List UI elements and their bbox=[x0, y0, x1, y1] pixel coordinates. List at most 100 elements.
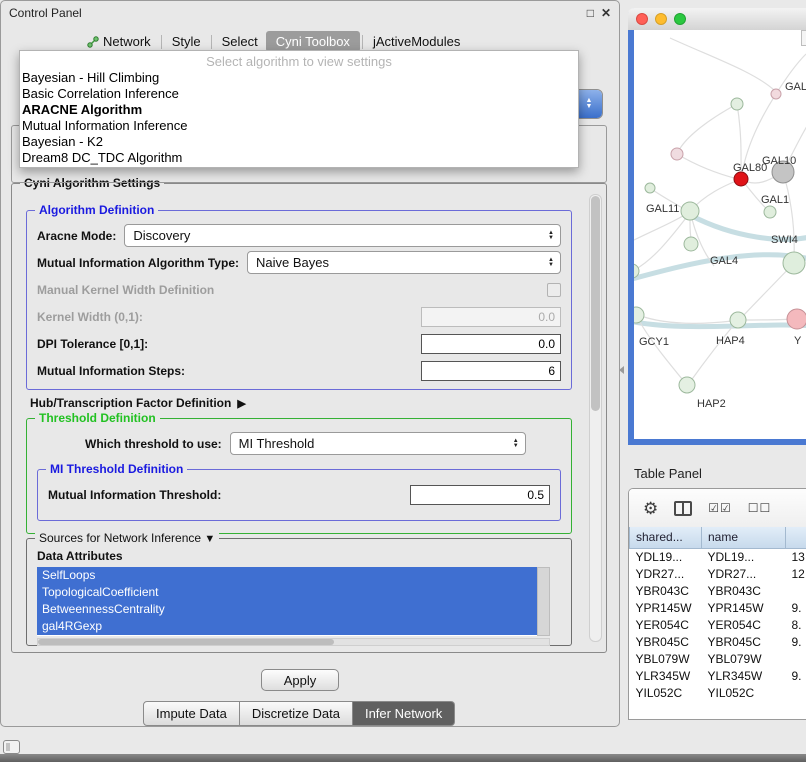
settings-vscrollbar[interactable] bbox=[589, 194, 602, 642]
close-traffic-light-icon[interactable] bbox=[636, 13, 648, 25]
graph-node-selected[interactable] bbox=[734, 172, 748, 186]
bottom-tabs: Impute Data Discretize Data Infer Networ… bbox=[143, 701, 455, 726]
cyni-algorithm-settings-group: Cyni Algorithm Settings Algorithm Defini… bbox=[11, 183, 607, 653]
table-row[interactable]: YBR045CYBR045C9. bbox=[630, 633, 806, 650]
column-header-name[interactable]: name bbox=[702, 527, 786, 548]
combo-value: Discovery bbox=[133, 228, 190, 243]
column-header-shared-name[interactable]: shared... bbox=[630, 527, 702, 548]
hub-tf-definition-label: Hub/Transcription Factor Definition bbox=[30, 396, 231, 410]
sources-group: Sources for Network Inference ▼ Data Att… bbox=[26, 538, 572, 646]
tab-separator bbox=[161, 35, 162, 49]
window-title: Control Panel bbox=[1, 6, 82, 20]
panel-dock-icon[interactable] bbox=[3, 740, 20, 754]
settings-vscrollbar-thumb[interactable] bbox=[591, 196, 600, 411]
attribute-item-selfloops[interactable]: SelfLoops bbox=[37, 567, 537, 584]
attribute-item-betweenness[interactable]: BetweennessCentrality bbox=[37, 601, 537, 618]
graph-node[interactable] bbox=[783, 252, 805, 274]
network-graph[interactable]: GAL GAL80 GAL10 GAL11 GAL1 SWI4 GAL4 GCY… bbox=[634, 30, 806, 434]
highlighted-edges bbox=[634, 215, 806, 327]
graph-node[interactable] bbox=[731, 98, 743, 110]
manual-kernel-label: Manual Kernel Width Definition bbox=[37, 283, 214, 297]
dpi-tolerance-label: DPI Tolerance [0,1]: bbox=[37, 337, 148, 351]
node-label: GAL11 bbox=[646, 203, 679, 215]
dropdown-item-basic-correlation[interactable]: Basic Correlation Inference bbox=[20, 86, 578, 102]
mi-threshold-input[interactable] bbox=[410, 485, 550, 505]
expanded-arrow-icon: ▼ bbox=[204, 533, 215, 545]
tab-impute-data[interactable]: Impute Data bbox=[143, 701, 240, 726]
graph-node[interactable] bbox=[730, 312, 746, 328]
threshold-definition-title: Threshold Definition bbox=[35, 411, 160, 425]
tab-infer-network[interactable]: Infer Network bbox=[353, 701, 455, 726]
mi-type-label: Mutual Information Algorithm Type: bbox=[37, 256, 239, 270]
dropdown-item-aracne[interactable]: ARACNE Algorithm bbox=[20, 102, 578, 118]
which-threshold-combo[interactable]: MI Threshold ▲▼ bbox=[230, 432, 526, 455]
tab-cyni-toolbox[interactable]: Cyni Toolbox bbox=[266, 31, 360, 52]
dropdown-item-bayesian-hill[interactable]: Bayesian - Hill Climbing bbox=[20, 70, 578, 86]
select-all-checkboxes-icon[interactable]: ☑☑ bbox=[708, 502, 732, 514]
tab-select[interactable]: Select bbox=[214, 31, 266, 52]
network-canvas[interactable]: GAL GAL80 GAL10 GAL11 GAL1 SWI4 GAL4 GCY… bbox=[634, 30, 806, 439]
control-panel-window: Control Panel □ ✕ Network Style Select C… bbox=[0, 0, 620, 727]
zoom-traffic-light-icon[interactable] bbox=[674, 13, 686, 25]
kernel-width-input bbox=[421, 307, 561, 327]
mi-threshold-group: MI Threshold Definition Mutual Informati… bbox=[37, 469, 561, 521]
graph-node[interactable] bbox=[787, 309, 806, 329]
attribute-list-hscrollbar[interactable] bbox=[37, 638, 550, 646]
kernel-width-label: Kernel Width (0,1): bbox=[37, 310, 143, 324]
graph-node[interactable] bbox=[645, 183, 655, 193]
hub-tf-definition-toggle[interactable]: Hub/Transcription Factor Definition ▶ bbox=[30, 396, 246, 410]
panel-splitter-handle[interactable] bbox=[619, 366, 624, 374]
tab-network[interactable]: Network bbox=[79, 31, 159, 52]
graph-node[interactable] bbox=[681, 202, 699, 220]
graph-node[interactable] bbox=[634, 307, 644, 323]
close-window-icon[interactable]: ✕ bbox=[601, 6, 611, 20]
graph-node[interactable] bbox=[764, 206, 776, 218]
graph-node[interactable] bbox=[671, 148, 683, 160]
mi-type-combo[interactable]: Naive Bayes ▲▼ bbox=[247, 251, 561, 274]
dropdown-item-dream8[interactable]: Dream8 DC_TDC Algorithm bbox=[20, 150, 578, 166]
table-panel-window: ⚙ ☑☑ ☐☐ shared... name YDL19...YDL19...1… bbox=[628, 488, 806, 720]
table-row[interactable]: YDR27...YDR27...12 bbox=[630, 565, 806, 582]
table-toolbar: ⚙ ☑☑ ☐☐ bbox=[629, 489, 806, 527]
table-row[interactable]: YIL052CYIL052C bbox=[630, 684, 806, 701]
dropdown-item-bayesian-k2[interactable]: Bayesian - K2 bbox=[20, 134, 578, 150]
table-row[interactable]: YLR345WYLR345W9. bbox=[630, 667, 806, 684]
node-label: HAP4 bbox=[716, 335, 745, 347]
data-attributes-list: SelfLoops TopologicalCoefficient Between… bbox=[37, 567, 537, 636]
minimize-traffic-light-icon[interactable] bbox=[655, 13, 667, 25]
attribute-item-topological[interactable]: TopologicalCoefficient bbox=[37, 584, 537, 601]
table-row[interactable]: YER054CYER054C8. bbox=[630, 616, 806, 633]
columns-icon[interactable] bbox=[674, 501, 692, 516]
network-vscrollbar[interactable] bbox=[801, 30, 806, 46]
table-row[interactable]: YDL19...YDL19...13 bbox=[630, 548, 806, 565]
deselect-all-checkboxes-icon[interactable]: ☐☐ bbox=[748, 502, 772, 514]
tab-label: Select bbox=[222, 34, 258, 49]
tab-discretize-data[interactable]: Discretize Data bbox=[240, 701, 353, 726]
aracne-mode-combo[interactable]: Discovery ▲▼ bbox=[124, 224, 561, 247]
mi-threshold-label: Mutual Information Threshold: bbox=[48, 488, 221, 502]
mi-threshold-group-title: MI Threshold Definition bbox=[46, 462, 187, 476]
node-label: SWI4 bbox=[771, 234, 798, 246]
tab-style[interactable]: Style bbox=[164, 31, 209, 52]
attribute-list-vscrollbar[interactable] bbox=[537, 567, 550, 636]
table-row[interactable]: YPR145WYPR145W9. bbox=[630, 599, 806, 616]
graph-node[interactable] bbox=[771, 89, 781, 99]
apply-button[interactable]: Apply bbox=[261, 669, 339, 691]
table-row[interactable]: YBL079WYBL079W bbox=[630, 650, 806, 667]
gear-icon[interactable]: ⚙ bbox=[643, 500, 658, 517]
dpi-tolerance-input[interactable] bbox=[421, 334, 561, 354]
tab-label: Network bbox=[103, 34, 151, 49]
column-header-cut[interactable] bbox=[786, 527, 806, 548]
graph-node[interactable] bbox=[679, 377, 695, 393]
combo-arrows-icon: ▲▼ bbox=[542, 258, 554, 268]
attribute-item-gal4rgexp[interactable]: gal4RGexp bbox=[37, 618, 537, 635]
sources-group-title[interactable]: Sources for Network Inference ▼ bbox=[35, 531, 219, 545]
table-row[interactable]: YBR043CYBR043C bbox=[630, 582, 806, 599]
algorithm-definition-title: Algorithm Definition bbox=[35, 203, 158, 217]
mi-steps-input[interactable] bbox=[421, 361, 561, 381]
dropdown-item-mutual-information[interactable]: Mutual Information Inference bbox=[20, 118, 578, 134]
combo-arrows-icon: ▲▼ bbox=[507, 439, 519, 449]
graph-node[interactable] bbox=[684, 237, 698, 251]
restore-window-icon[interactable]: □ bbox=[587, 6, 594, 20]
tab-jactivemodules[interactable]: jActiveModules bbox=[365, 31, 468, 52]
